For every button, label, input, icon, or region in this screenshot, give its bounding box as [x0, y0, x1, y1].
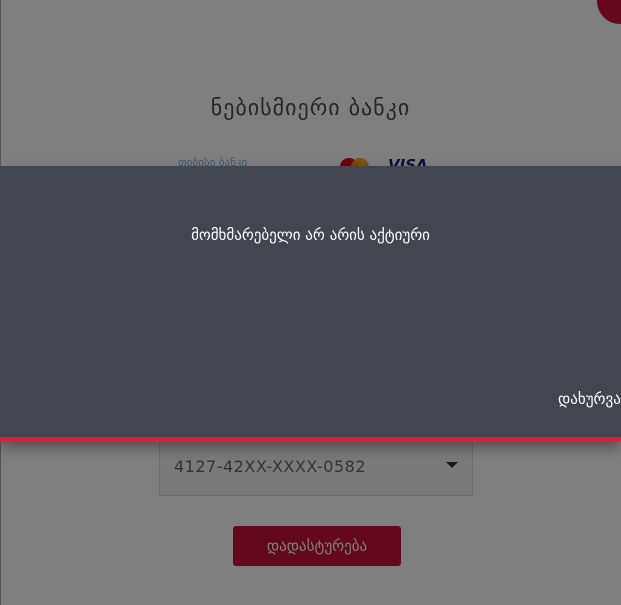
close-button[interactable]: დახურვა — [558, 390, 621, 408]
alert-dialog: მომხმარებელი არ არის აქტიური დახურვა — [0, 166, 621, 442]
dialog-message: მომხმარებელი არ არის აქტიური — [191, 226, 430, 244]
